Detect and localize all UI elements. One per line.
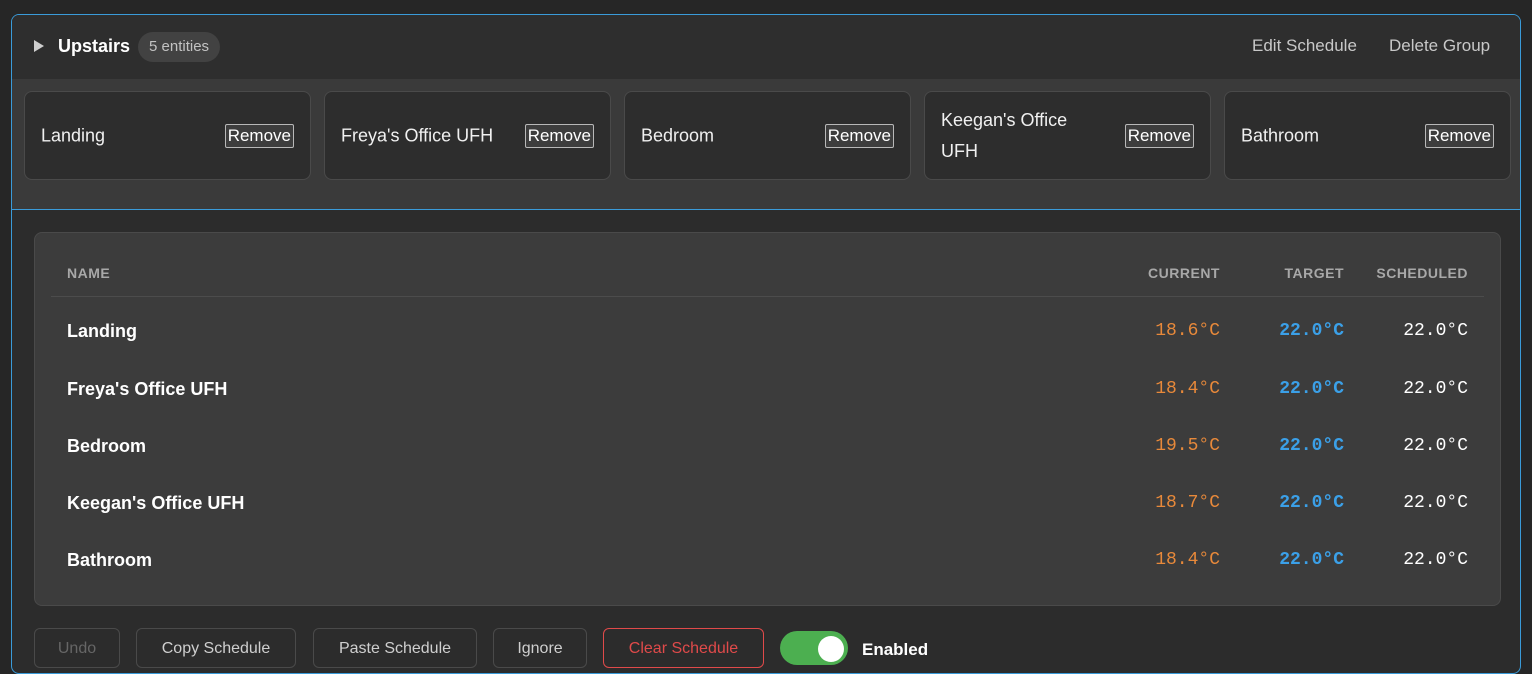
row-current-temp: 19.5°C xyxy=(1155,436,1220,456)
row-current-temp: 18.6°C xyxy=(1155,321,1220,341)
table-row: Freya's Office UFH 18.4°C 22.0°C 22.0°C xyxy=(35,371,1500,411)
clear-schedule-button[interactable]: Clear Schedule xyxy=(603,628,764,668)
remove-entity-button[interactable]: Remove xyxy=(524,124,594,148)
entity-chip: Bedroom Remove xyxy=(624,91,911,180)
row-scheduled-temp: 22.0°C xyxy=(1403,379,1468,399)
header-divider xyxy=(51,296,1484,297)
entity-chip: Keegan's Office UFH Remove xyxy=(924,91,1211,180)
remove-entity-button[interactable]: Remove xyxy=(824,124,894,148)
remove-entity-button[interactable]: Remove xyxy=(1124,124,1194,148)
entity-chip: Freya's Office UFH Remove xyxy=(324,91,611,180)
enabled-label: Enabled xyxy=(862,640,929,659)
table-row: Bathroom 18.4°C 22.0°C 22.0°C xyxy=(35,542,1500,582)
entity-chip-label: Bathroom xyxy=(1241,125,1320,145)
row-scheduled-temp: 22.0°C xyxy=(1403,436,1468,456)
row-current-temp: 18.4°C xyxy=(1155,550,1220,570)
row-current-temp: 18.7°C xyxy=(1155,493,1220,513)
row-target-temp: 22.0°C xyxy=(1279,436,1344,456)
entity-chips-area: Landing Remove Freya's Office UFH Remove… xyxy=(12,79,1520,210)
remove-entity-button[interactable]: Remove xyxy=(1424,124,1494,148)
column-header-name: NAME xyxy=(67,265,111,281)
row-target-temp: 22.0°C xyxy=(1279,550,1344,570)
group-header: Upstairs 5 entities Edit Schedule Delete… xyxy=(12,15,1520,79)
ignore-button[interactable]: Ignore xyxy=(493,628,587,668)
entity-chip: Landing Remove xyxy=(24,91,311,180)
schedule-group: Upstairs 5 entities Edit Schedule Delete… xyxy=(11,14,1521,674)
row-name: Landing xyxy=(67,321,137,341)
row-target-temp: 22.0°C xyxy=(1279,379,1344,399)
entity-chip-label: Freya's Office UFH xyxy=(341,125,494,145)
toggle-knob xyxy=(818,636,844,662)
row-scheduled-temp: 22.0°C xyxy=(1403,321,1468,341)
column-header-current: CURRENT xyxy=(1148,265,1220,281)
column-header-target: TARGET xyxy=(1284,265,1344,281)
row-current-temp: 18.4°C xyxy=(1155,379,1220,399)
table-row: Keegan's Office UFH 18.7°C 22.0°C 22.0°C xyxy=(35,485,1500,525)
enabled-toggle[interactable] xyxy=(780,631,848,665)
entity-chip-label: Bedroom xyxy=(641,125,715,145)
entity-count-badge: 5 entities xyxy=(138,32,221,62)
row-scheduled-temp: 22.0°C xyxy=(1403,550,1468,570)
delete-group-button[interactable]: Delete Group xyxy=(1389,36,1490,56)
entity-chip: Bathroom Remove xyxy=(1224,91,1511,180)
row-scheduled-temp: 22.0°C xyxy=(1403,493,1468,513)
entity-chip-label: Keegan's Office UFH xyxy=(941,109,1068,161)
paste-schedule-button[interactable]: Paste Schedule xyxy=(313,628,477,668)
row-name: Keegan's Office UFH xyxy=(67,493,245,513)
row-target-temp: 22.0°C xyxy=(1279,321,1344,341)
row-name: Bedroom xyxy=(67,436,147,456)
entity-chip-label: Landing xyxy=(41,125,106,145)
row-target-temp: 22.0°C xyxy=(1279,493,1344,513)
remove-entity-button[interactable]: Remove xyxy=(224,124,294,148)
copy-schedule-button[interactable]: Copy Schedule xyxy=(136,628,296,668)
entity-table: NAME CURRENT TARGET SCHEDULED Landing 18… xyxy=(34,232,1501,606)
expand-caret-icon[interactable] xyxy=(34,40,44,52)
column-header-scheduled: SCHEDULED xyxy=(1376,265,1468,281)
row-name: Bathroom xyxy=(67,550,152,570)
group-title[interactable]: Upstairs xyxy=(58,36,130,57)
row-name: Freya's Office UFH xyxy=(67,379,228,399)
table-row: Bedroom 19.5°C 22.0°C 22.0°C xyxy=(35,428,1500,468)
table-row: Landing 18.6°C 22.0°C 22.0°C xyxy=(35,313,1500,353)
edit-schedule-button[interactable]: Edit Schedule xyxy=(1252,36,1357,56)
undo-button[interactable]: Undo xyxy=(34,628,120,668)
